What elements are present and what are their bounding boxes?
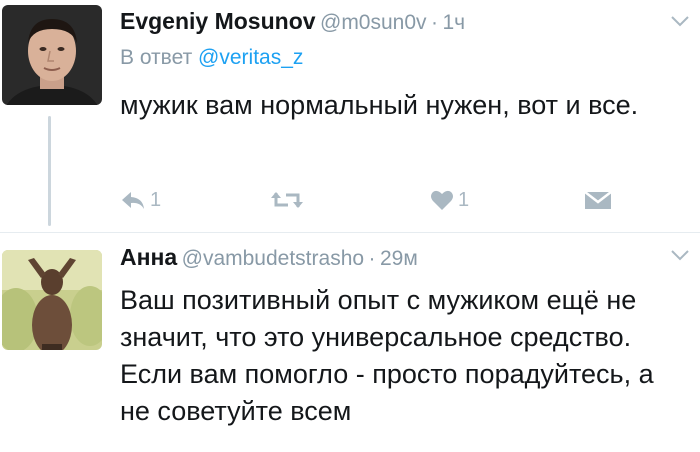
- author-name[interactable]: Evgeniy Mosunov: [120, 8, 316, 34]
- retweet-button[interactable]: [270, 183, 304, 217]
- envelope-icon: [583, 189, 613, 211]
- reply-icon: [120, 189, 146, 211]
- reply-count: 1: [150, 188, 162, 211]
- tweet[interactable]: Evgeniy Mosunov @m0sun0v · 1ч В ответ @v…: [0, 0, 700, 232]
- chevron-down-icon[interactable]: [670, 10, 690, 33]
- chevron-down-icon[interactable]: [670, 244, 690, 267]
- message-button[interactable]: [583, 183, 613, 217]
- thread-line: [48, 116, 51, 226]
- timestamp[interactable]: 1ч: [442, 11, 465, 34]
- reply-handle-link[interactable]: @veritas_z: [198, 46, 303, 69]
- tweet-header: Анна @vambudetstrasho · 29м: [120, 244, 418, 271]
- reply-prefix: В ответ: [120, 46, 193, 69]
- tweet-text: Ваш позитивный опыт с мужиком ещё не зна…: [120, 285, 654, 426]
- author-handle[interactable]: @vambudetstrasho: [182, 247, 364, 270]
- tweet-text: мужик вам нормальный нужен, вот и все.: [120, 90, 639, 120]
- reply-context: В ответ @veritas_z: [120, 46, 303, 70]
- tweet[interactable]: Анна @vambudetstrasho · 29м Ваш позитивн…: [0, 232, 700, 452]
- action-bar: 1 1: [120, 183, 620, 217]
- meta-separator: ·: [430, 11, 438, 34]
- meta-separator: ·: [368, 247, 376, 270]
- reply-button[interactable]: 1: [120, 183, 161, 217]
- like-button[interactable]: 1: [430, 183, 469, 217]
- avatar[interactable]: [2, 5, 102, 105]
- author-handle[interactable]: @m0sun0v: [320, 11, 427, 34]
- timestamp[interactable]: 29м: [380, 247, 418, 270]
- heart-icon: [430, 189, 454, 211]
- retweet-icon: [270, 189, 304, 211]
- author-name[interactable]: Анна: [120, 244, 177, 270]
- like-count: 1: [458, 188, 470, 211]
- tweet-header: Evgeniy Mosunov @m0sun0v · 1ч: [120, 8, 465, 35]
